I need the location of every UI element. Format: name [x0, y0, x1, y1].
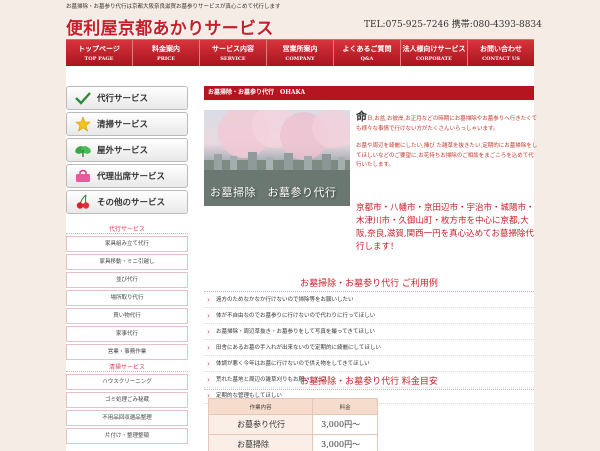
- service-areas: 京都市・八幡市・京田辺市・宇治市・城陽市・木津川市・久御山町・枚方市を中心に京都…: [356, 203, 535, 252]
- table-header: 作業内容: [207, 398, 314, 415]
- sidebar-button-cleaning[interactable]: 清掃サービス: [66, 112, 188, 136]
- sidebar-link[interactable]: 場所取り代行: [66, 290, 188, 306]
- usage-examples-title: お墓掃除・お墓参り代行 ご利用例: [204, 276, 534, 292]
- content-area: 代行サービス 清掃サービス 屋外サービス 代理出席サービス その他のサービス 代…: [66, 66, 537, 451]
- table-row: お墓参り代行 3,000円～: [207, 414, 378, 435]
- sidebar: 代行サービス 清掃サービス 屋外サービス 代理出席サービス その他のサービス 代…: [66, 86, 188, 446]
- sidebar-button-label: 屋外サービス: [97, 146, 149, 156]
- price-table: 作業内容 料金 お墓参り代行 3,000円～ お墓掃除 3,000円～: [207, 398, 378, 451]
- sidebar-button-proxy[interactable]: 代行サービス: [66, 86, 188, 110]
- nav-price-sub: PRICE: [156, 56, 176, 62]
- leaf-icon: [73, 142, 93, 158]
- nav-price-label: 料金案内: [152, 44, 180, 53]
- nav-service-label: サービス内容: [212, 44, 254, 53]
- nav-company-sub: COMPANY: [285, 56, 315, 62]
- nav-service-sub: SERVICE: [220, 56, 246, 62]
- sidebar-link[interactable]: 家事代行: [66, 326, 188, 342]
- price-guide-title: お墓掃除・お墓参り代行 料金目安: [204, 374, 534, 390]
- sidebar-link[interactable]: 営業・事務作業: [66, 344, 188, 360]
- nav-top-sub: TOP PAGE: [84, 56, 114, 62]
- sidebar-button-label: 代行サービス: [97, 94, 149, 104]
- list-item: 遠方のためなかなか行けないので掃除等をお願いしたい: [204, 292, 534, 308]
- sidebar-section-proxy: 代行サービス: [66, 224, 188, 234]
- nav-corporate-label: 法人様向けサービス: [402, 44, 466, 53]
- hero-image: お墓掃除 お墓参り代行: [204, 110, 350, 206]
- intro-paragraph-2: お墓や周辺を綺麗にしたい,挿び た雑草を抜きたい,定期的にお墓掃除をしてほしいな…: [356, 143, 538, 168]
- list-item: 田舎にあるお墓の手入れが出来ないので定期的に綺麗にしてほしい: [204, 340, 534, 356]
- sidebar-button-label: その他のサービス: [97, 198, 166, 208]
- phone-number: TEL:075-925-7246 携帯:080-4393-8834: [364, 20, 542, 30]
- hero-caption: お墓掃除 お墓参り代行: [210, 186, 337, 199]
- list-item: 体調が悪く今年はお墓に行けないので供え物をしてきてほしい: [204, 356, 534, 372]
- nav-company[interactable]: 営業所案内 COMPANY: [267, 40, 334, 66]
- page-title: お墓掃除・お墓参り代行 OHAKA: [204, 86, 534, 100]
- header: 便利屋京都あかりサービス TEL:075-925-7246 携帯:080-439…: [0, 12, 600, 39]
- sidebar-link[interactable]: ハウスクリーニング: [66, 374, 188, 390]
- check-icon: [73, 90, 93, 106]
- list-item: お墓掃除・周辺草抜き・お墓参りをして写真を撮ってきてほしい: [204, 324, 534, 340]
- nav-corporate-sub: CORPORATE: [416, 56, 452, 62]
- intro-paragraph: 日,お盆,お彼岸,お正月などの時期にお墓掃除やお墓参りへ行きたくても様々な事情で…: [356, 116, 538, 132]
- nav-qa[interactable]: よくあるご質問 Q&A: [334, 40, 401, 66]
- star-icon: [73, 116, 93, 132]
- site-logo[interactable]: 便利屋京都あかりサービス: [66, 14, 274, 39]
- sidebar-link[interactable]: 家具組み立て代行: [66, 236, 188, 252]
- intro-text: 命日,お盆,お彼岸,お正月などの時期にお墓掃除やお墓参りへ行きたくても様々な事情…: [356, 110, 538, 171]
- nav-price[interactable]: 料金案内 PRICE: [133, 40, 200, 66]
- main-nav: トップページ TOP PAGE 料金案内 PRICE サービス内容 SERVICE 営…: [66, 39, 534, 66]
- sidebar-link[interactable]: 並び代行: [66, 272, 188, 288]
- list-item: 体が不自由なのでお墓参りに行けないので代わりに行ってほしい: [204, 308, 534, 324]
- sidebar-link[interactable]: ゴミ処理ごみ秘蔵: [66, 392, 188, 408]
- sidebar-link[interactable]: 買い物代行: [66, 308, 188, 324]
- intro-initial: 命: [356, 110, 367, 123]
- sidebar-button-label: 清掃サービス: [97, 120, 149, 130]
- nav-service[interactable]: サービス内容 SERVICE: [200, 40, 267, 66]
- table-row: お墓掃除 3,000円～: [207, 434, 378, 451]
- main-content: お墓掃除・お墓参り代行 OHAKA お墓掃除 お墓参り代行 命日,お盆,お彼岸,…: [204, 86, 537, 451]
- price-cell: 3,000円～: [312, 414, 378, 435]
- table-header: 料金: [312, 398, 378, 415]
- sidebar-link[interactable]: 家具移動・ミニ引越し: [66, 254, 188, 270]
- sidebar-button-label: 代理出席サービス: [97, 172, 166, 182]
- cherry-icon: [73, 194, 93, 210]
- sidebar-button-other[interactable]: その他のサービス: [66, 190, 188, 214]
- price-cell: 3,000円～: [312, 434, 378, 451]
- sidebar-button-outdoor[interactable]: 屋外サービス: [66, 138, 188, 162]
- nav-qa-sub: Q&A: [360, 56, 374, 62]
- nav-corporate[interactable]: 法人様向けサービス CORPORATE: [401, 40, 468, 66]
- nav-contact-sub: CONTACT US: [482, 56, 520, 62]
- nav-top[interactable]: トップページ TOP PAGE: [66, 40, 133, 66]
- service-cell: お墓参り代行: [207, 414, 314, 435]
- nav-contact[interactable]: お問い合わせ CONTACT US: [468, 40, 534, 66]
- nav-contact-label: お問い合わせ: [480, 44, 522, 53]
- sidebar-link[interactable]: 不用品回収遺品整理: [66, 410, 188, 426]
- top-tagline: お墓掃除・お墓参り代行は京都大阪奈良滋賀お墓参りサービスが真心こめて代行します: [66, 4, 281, 10]
- service-cell: お墓掃除: [207, 434, 314, 451]
- nav-qa-label: よくあるご質問: [342, 44, 392, 53]
- sidebar-section-cleaning: 清掃サービス: [66, 362, 188, 372]
- nav-top-label: トップページ: [78, 44, 120, 53]
- bag-icon: [73, 168, 93, 184]
- price-guide: お墓掃除・お墓参り代行 料金目安 作業内容 料金 お墓参り代行 3,000円～ …: [204, 374, 534, 451]
- nav-company-label: 営業所案内: [282, 44, 318, 53]
- sidebar-link[interactable]: 片付け・整理整頓: [66, 428, 188, 444]
- sidebar-button-attendance[interactable]: 代理出席サービス: [66, 164, 188, 188]
